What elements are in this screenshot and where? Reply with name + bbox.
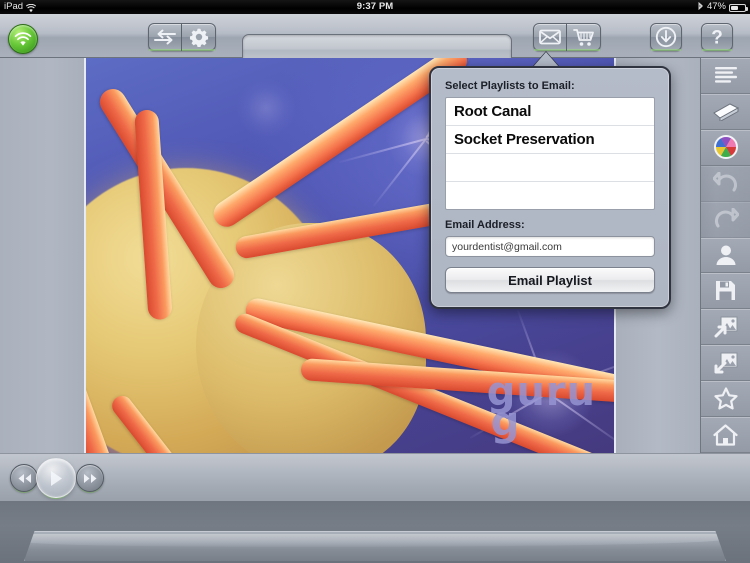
list-lines-icon [714, 66, 738, 84]
rewind-icon [17, 473, 32, 484]
transport-bar [0, 453, 750, 501]
sidebar-item-image-out[interactable] [701, 309, 750, 346]
fast-forward-icon [83, 473, 98, 484]
sidebar-item-redo[interactable] [701, 201, 750, 238]
sidebar-item-eraser[interactable] [701, 93, 750, 130]
stage-left-pane [0, 58, 84, 453]
swap-arrows-icon [154, 29, 176, 45]
tools-sidebar [700, 58, 750, 453]
email-playlist-button[interactable]: Email Playlist [445, 267, 655, 293]
wifi-status-icon[interactable] [8, 24, 38, 54]
playlist-list[interactable]: Root Canal Socket Preservation [445, 97, 655, 210]
redo-arrow-icon [713, 208, 739, 230]
sidebar-item-home[interactable] [701, 417, 750, 453]
list-item[interactable] [446, 182, 654, 209]
previous-button[interactable] [10, 464, 38, 492]
ipad-app-window: iPad 9:37 PM 47% ? guru g Select Playlis… [0, 0, 750, 563]
eraser-icon [712, 101, 740, 122]
sidebar-item-colors[interactable] [701, 129, 750, 166]
email-button[interactable] [533, 23, 567, 51]
status-bar: iPad 9:37 PM 47% [0, 0, 750, 14]
settings-button[interactable] [182, 23, 216, 51]
swap-arrows-button[interactable] [148, 23, 182, 51]
battery-percent-label: 47% [706, 1, 726, 12]
shopping-cart-icon [572, 28, 595, 47]
star-icon [713, 387, 738, 410]
sidebar-item-save[interactable] [701, 273, 750, 310]
status-bar-right: 47% [697, 0, 748, 14]
envelope-icon [539, 29, 561, 45]
popover-title: Select Playlists to Email: [445, 80, 575, 92]
svg-text:?: ? [711, 28, 723, 49]
image-export-icon [714, 316, 738, 338]
sidebar-item-undo[interactable] [701, 165, 750, 202]
bottom-shelf [24, 531, 726, 561]
shelf-sheen [25, 534, 725, 547]
list-item[interactable]: Socket Preservation [446, 126, 654, 154]
sidebar-item-image-in[interactable] [701, 345, 750, 382]
sidebar-item-list[interactable] [701, 58, 750, 94]
battery-icon [729, 4, 748, 12]
question-mark-icon: ? [707, 26, 727, 49]
status-bar-clock: 9:37 PM [356, 1, 394, 12]
undo-arrow-icon [712, 172, 739, 194]
home-icon [713, 423, 738, 446]
download-arrow-icon [655, 26, 677, 48]
sidebar-item-favorite[interactable] [701, 381, 750, 418]
download-button[interactable] [650, 23, 682, 51]
play-button[interactable] [36, 458, 76, 498]
email-field[interactable] [445, 236, 655, 257]
popover-arrow [533, 52, 559, 67]
email-address-label: Email Address: [445, 219, 525, 231]
person-icon [715, 244, 737, 266]
gear-icon [189, 27, 209, 47]
next-button[interactable] [76, 464, 104, 492]
bluetooth-icon [697, 1, 704, 13]
list-item[interactable]: Root Canal [446, 98, 654, 126]
email-playlist-popover: Select Playlists to Email: Root Canal So… [429, 66, 671, 309]
floppy-disk-icon [715, 280, 736, 301]
play-icon [48, 470, 64, 487]
media-watermark: guru g [487, 372, 596, 442]
color-wheel-icon [713, 135, 738, 160]
cart-button[interactable] [567, 23, 601, 51]
image-import-icon [714, 352, 738, 374]
sidebar-item-patient[interactable] [701, 237, 750, 274]
list-item[interactable] [446, 154, 654, 182]
help-button[interactable]: ? [701, 23, 733, 51]
top-toolbar: ? [0, 14, 750, 66]
